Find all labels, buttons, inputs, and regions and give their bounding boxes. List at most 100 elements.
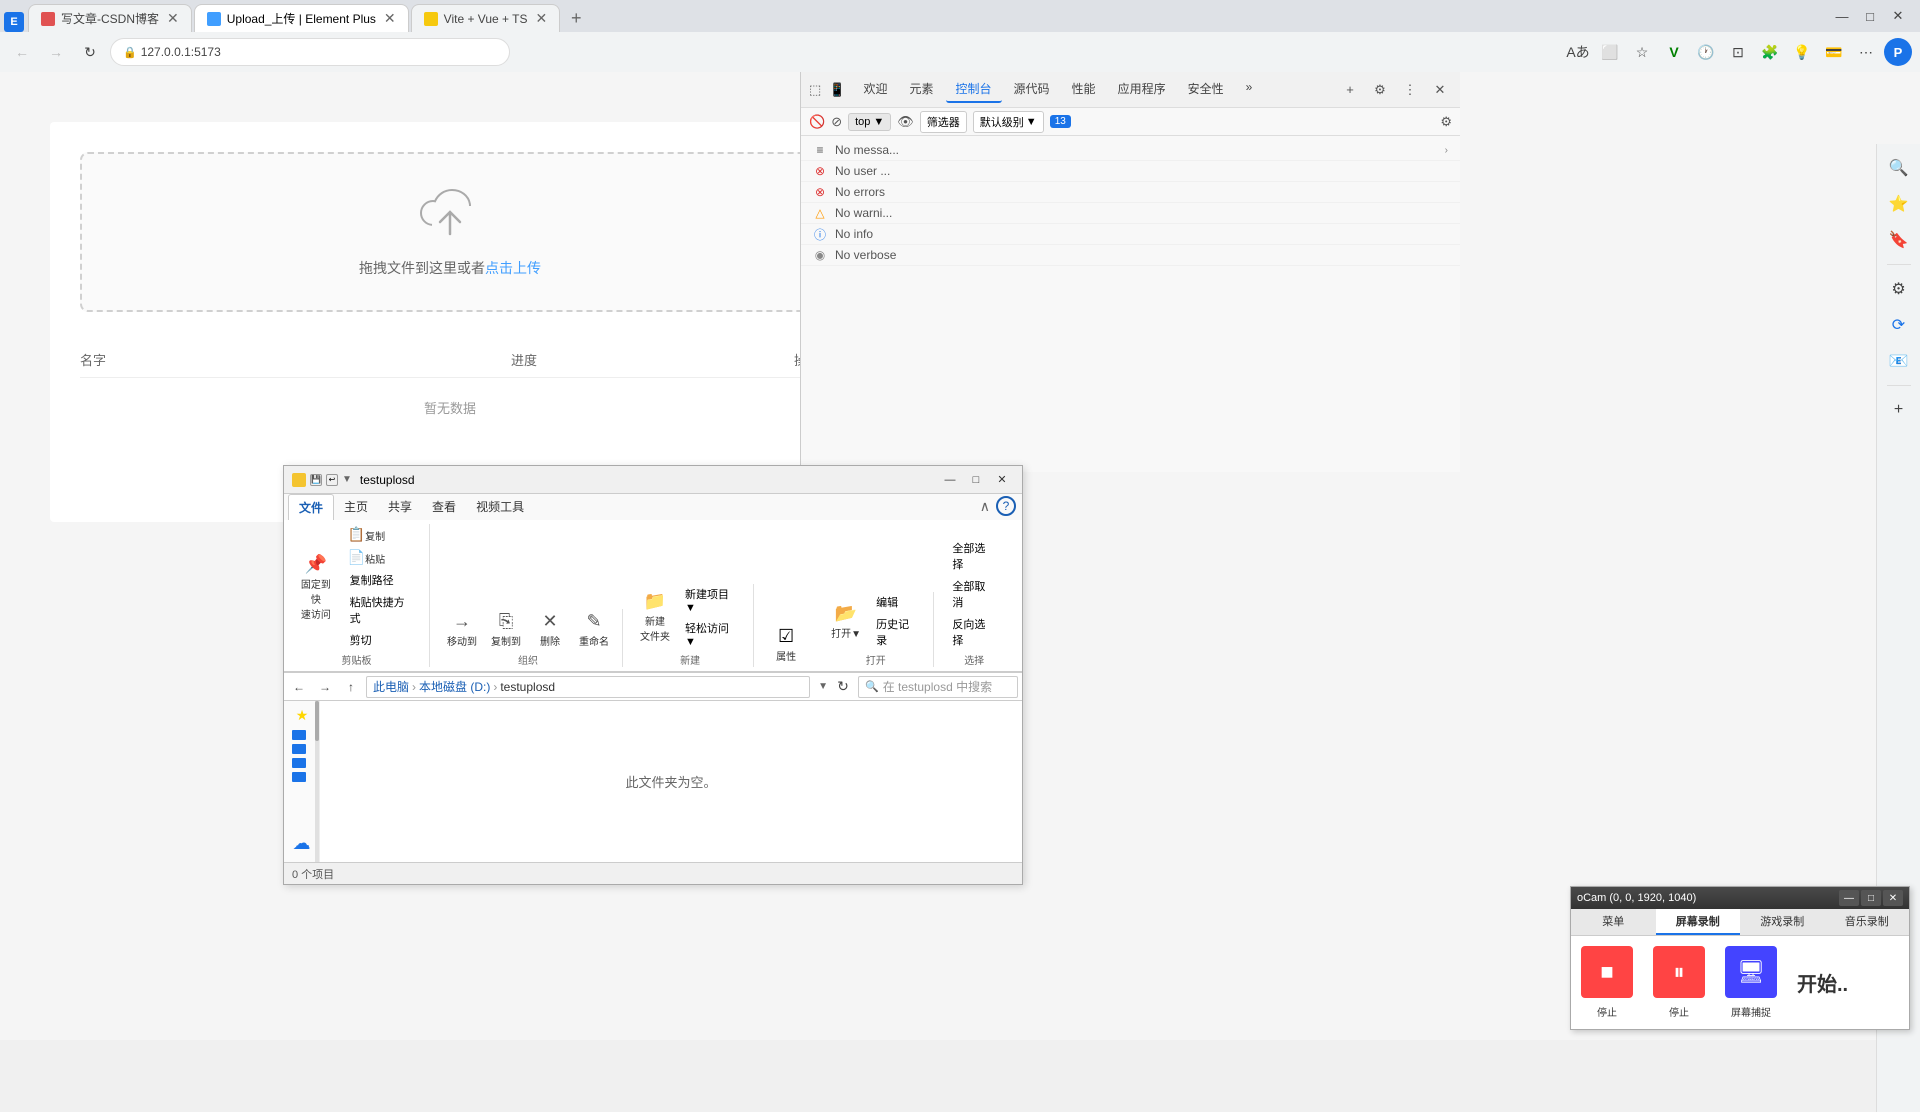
back-button[interactable]: ← <box>8 38 36 66</box>
reading-view-icon[interactable]: ⬜ <box>1596 38 1624 66</box>
sidebar-settings-icon[interactable]: ⚙ <box>1883 273 1915 305</box>
timer-icon[interactable]: 🕐 <box>1692 38 1720 66</box>
ocam-maximize-button[interactable]: □ <box>1861 890 1881 906</box>
wallet-icon[interactable]: 💳 <box>1820 38 1848 66</box>
devtools-tab-elements[interactable]: 元素 <box>900 76 944 103</box>
console-item-verbose[interactable]: ◉ No verbose <box>801 245 1460 266</box>
fe-easy-access-button[interactable]: 轻松访问▼ <box>679 618 745 650</box>
fe-quick-arrow[interactable]: ▼ <box>342 474 352 485</box>
extension-icon[interactable]: 🧩 <box>1756 38 1784 66</box>
fe-save-icon[interactable]: 💾 <box>310 474 322 486</box>
forward-button[interactable]: → <box>42 38 70 66</box>
sidebar-search-icon[interactable]: 🔍 <box>1883 152 1915 184</box>
fe-help-button[interactable]: ? <box>996 496 1016 516</box>
upload-link[interactable]: 点击上传 <box>485 260 541 276</box>
console-item-errors[interactable]: ⊗ No errors <box>801 182 1460 203</box>
fe-history-button[interactable]: 历史记录 <box>870 614 925 650</box>
console-item-user[interactable]: ⊗ No user ... <box>801 161 1460 182</box>
fe-tab-share[interactable]: 共享 <box>378 494 422 520</box>
ocam-tab-menu[interactable]: 菜单 <box>1571 909 1656 935</box>
ocam-pause-button[interactable]: ⏸ <box>1653 946 1705 998</box>
fe-new-folder-button[interactable]: 📁 新建文件夹 <box>635 589 675 645</box>
fe-paste-button[interactable]: 📄 粘贴 <box>344 547 421 568</box>
profile-button[interactable]: P <box>1884 38 1912 66</box>
devtools-more-tabs[interactable]: » <box>1236 76 1263 103</box>
tab-upload[interactable]: Upload_上传 | Element Plus ✕ <box>194 4 409 32</box>
fe-select-all-button[interactable]: 全部选择 <box>946 538 1002 574</box>
devtools-settings[interactable]: ⚙ <box>1368 78 1392 102</box>
devtools-tab-application[interactable]: 应用程序 <box>1108 76 1176 103</box>
fe-forward-button[interactable]: → <box>314 676 336 698</box>
ocam-close-button[interactable]: ✕ <box>1883 890 1903 906</box>
fe-new-item-button[interactable]: 新建项目▼ <box>679 584 745 616</box>
console-top-selector[interactable]: top ▼ <box>848 113 891 131</box>
more-icon[interactable]: ⋯ <box>1852 38 1880 66</box>
console-clear-icon[interactable]: 🚫 <box>809 114 825 130</box>
fe-paste-shortcut-button[interactable]: 粘贴快捷方式 <box>344 592 421 628</box>
console-item-messages[interactable]: ≡ No messa... › <box>801 140 1460 161</box>
fe-delete-button[interactable]: ✕ 删除 <box>530 609 570 650</box>
fe-edit-button[interactable]: 编辑 <box>870 592 925 612</box>
console-level-selector[interactable]: 默认级别 ▼ <box>973 111 1044 133</box>
sidebar-favorites-icon[interactable]: ⭐ <box>1883 188 1915 220</box>
fe-open-button[interactable]: 📂 打开▼ <box>826 601 866 642</box>
console-filter-icon[interactable]: ⊘ <box>831 114 842 130</box>
minimize-button[interactable]: — <box>1828 6 1856 26</box>
maximize-button[interactable]: □ <box>1856 6 1884 26</box>
fe-copy-button[interactable]: 📋 复制 <box>344 524 421 545</box>
fe-breadcrumb[interactable]: 此电脑 › 本地磁盘 (D:) › testuplosd <box>366 676 810 698</box>
ocam-tab-audio-record[interactable]: 音乐录制 <box>1825 909 1910 935</box>
new-tab-button[interactable]: + <box>562 4 590 32</box>
refresh-button[interactable]: ↻ <box>76 38 104 66</box>
fe-minimize-button[interactable]: — <box>938 470 962 490</box>
sidebar-collections-icon[interactable]: 🔖 <box>1883 224 1915 256</box>
upload-dropzone[interactable]: 拖拽文件到这里或者点击上传 <box>80 152 820 312</box>
sidebar-browser-icon[interactable]: ⟳ <box>1883 309 1915 341</box>
fe-copy-path-button[interactable]: 复制路径 <box>344 570 421 590</box>
browser-extension-v-icon[interactable]: V <box>1660 38 1688 66</box>
tab-close-csdn[interactable]: ✕ <box>167 10 179 27</box>
sidebar-outlook-icon[interactable]: 📧 <box>1883 345 1915 377</box>
tab-csdn[interactable]: 写文章-CSDN博客 ✕ <box>28 4 192 32</box>
fe-breadcrumb-this-pc[interactable]: 此电脑 <box>373 678 409 695</box>
fe-properties-button[interactable]: ☑ 属性 <box>766 624 806 665</box>
fe-back-button[interactable]: ← <box>288 676 310 698</box>
devtools-inspector-icon[interactable]: ⬚ <box>809 82 821 98</box>
devtools-tab-security[interactable]: 安全性 <box>1178 76 1234 103</box>
devtools-tab-console[interactable]: 控制台 <box>946 76 1002 103</box>
fe-breadcrumb-folder[interactable]: testuplosd <box>500 680 555 694</box>
devtools-tab-performance[interactable]: 性能 <box>1062 76 1106 103</box>
tab-close-upload[interactable]: ✕ <box>384 10 396 27</box>
ocam-tab-screen-record[interactable]: 屏幕录制 <box>1656 909 1741 935</box>
devtools-device-icon[interactable]: 📱 <box>829 82 845 98</box>
fe-cut-button[interactable]: 剪切 <box>344 630 421 650</box>
devtools-tab-sources[interactable]: 源代码 <box>1004 76 1060 103</box>
console-settings-icon[interactable]: ⚙ <box>1440 114 1452 130</box>
fe-rename-button[interactable]: ✎ 重命名 <box>574 609 614 650</box>
fe-main-file-area[interactable]: 此文件夹为空。 <box>320 701 1022 862</box>
ocam-stop-button[interactable]: ■ <box>1581 946 1633 998</box>
fe-undo-icon[interactable]: ↩ <box>326 474 338 486</box>
fe-scrollbar[interactable] <box>315 701 319 862</box>
console-messages-toggle[interactable]: › <box>1445 145 1448 156</box>
tab-close-vite[interactable]: ✕ <box>536 10 548 27</box>
console-eye-icon[interactable]: 👁 <box>897 114 914 130</box>
console-filter-input[interactable]: 筛选器 <box>920 111 967 133</box>
close-button[interactable]: ✕ <box>1884 6 1912 26</box>
ocam-tab-game-record[interactable]: 游戏录制 <box>1740 909 1825 935</box>
fe-tab-home[interactable]: 主页 <box>334 494 378 520</box>
fe-tab-file[interactable]: 文件 <box>288 494 334 520</box>
edge-actions-icon[interactable]: 💡 <box>1788 38 1816 66</box>
console-item-info[interactable]: ⓘ No info <box>801 224 1460 245</box>
fe-refresh-button[interactable]: ↻ <box>832 676 854 698</box>
fe-tab-video-tools[interactable]: 视频工具 <box>466 494 534 520</box>
fe-copy-to-button[interactable]: ⎘ 复制到 <box>486 609 526 650</box>
console-item-warnings[interactable]: △ No warni... <box>801 203 1460 224</box>
collections-icon[interactable]: ⊡ <box>1724 38 1752 66</box>
devtools-tab-welcome[interactable]: 欢迎 <box>853 76 897 103</box>
fe-ribbon-expand[interactable]: ∧ <box>976 494 994 520</box>
fe-maximize-button[interactable]: □ <box>964 470 988 490</box>
fe-close-button[interactable]: ✕ <box>990 470 1014 490</box>
ocam-screenshot-button[interactable]: 🖥 <box>1725 946 1777 998</box>
fe-deselect-all-button[interactable]: 全部取消 <box>946 576 1002 612</box>
